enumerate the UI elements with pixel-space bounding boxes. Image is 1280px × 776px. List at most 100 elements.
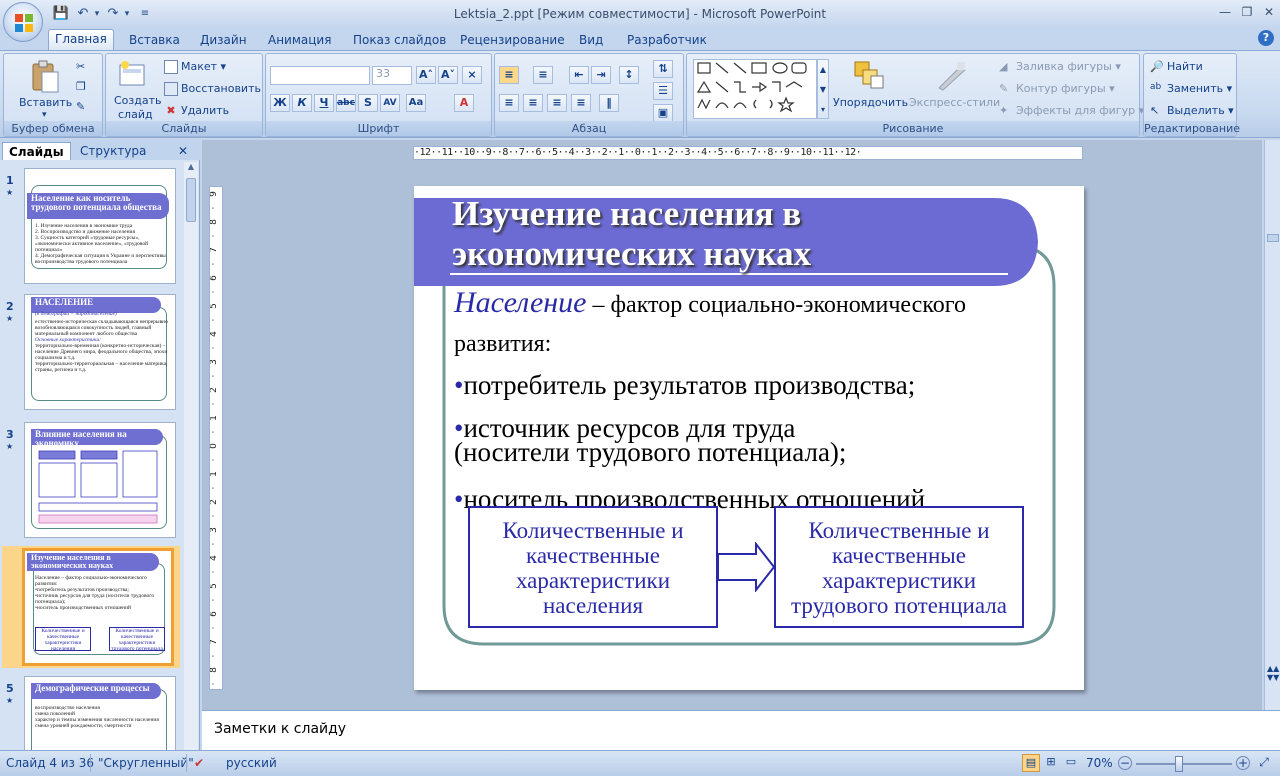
normal-view-icon[interactable]: ▤: [1022, 754, 1040, 772]
scroll-thumb[interactable]: [1267, 234, 1279, 242]
scroll-up-icon[interactable]: ▲: [185, 162, 197, 176]
slides-pane-scrollbar[interactable]: ▲: [184, 162, 198, 750]
zoom-level[interactable]: 70%: [1086, 756, 1113, 770]
scroll-prev-next-icons[interactable]: ▲▲ ▼▼: [1267, 664, 1279, 682]
arrange-button[interactable]: Упорядочить: [833, 96, 908, 109]
shape-outline-button[interactable]: ✎ Контур фигуры ▾: [999, 82, 1115, 96]
office-button[interactable]: [3, 2, 43, 42]
slide-thumb-2[interactable]: НАСЕЛЕНИЕ (в демографии = народонаселени…: [24, 294, 176, 410]
tab-home[interactable]: Главная: [48, 29, 114, 50]
paste-dropdown-icon[interactable]: ▾: [42, 110, 47, 120]
quick-styles-icon[interactable]: [935, 60, 969, 92]
minimize-icon[interactable]: —: [1214, 3, 1236, 21]
font-size-combo[interactable]: 33: [372, 66, 412, 85]
new-slide-label-1[interactable]: Создать: [114, 94, 162, 107]
box-labor-potential-characteristics[interactable]: Количественные и качественные характерис…: [774, 506, 1024, 628]
font-family-combo[interactable]: [270, 66, 370, 85]
slideshow-icon[interactable]: ▭: [1062, 754, 1080, 772]
select-button[interactable]: ↖ Выделить ▾: [1150, 104, 1234, 118]
tab-slides-pane[interactable]: Слайды: [2, 142, 71, 160]
find-button[interactable]: 🔎 Найти: [1150, 60, 1203, 74]
shadow-icon[interactable]: S: [358, 94, 378, 112]
tab-review[interactable]: Рецензирование: [454, 31, 571, 50]
columns-icon[interactable]: ‖: [599, 94, 619, 112]
restore-icon[interactable]: ❐: [1236, 3, 1258, 21]
paste-icon[interactable]: [28, 60, 62, 94]
layout-button[interactable]: Макет ▾: [164, 60, 226, 74]
justify-icon[interactable]: ≡: [571, 94, 591, 112]
redo-dropdown-icon[interactable]: ▾: [118, 5, 136, 23]
customize-icon[interactable]: ≡: [136, 5, 154, 23]
tab-animation[interactable]: Анимация: [262, 31, 337, 50]
paste-button[interactable]: Вставить: [19, 96, 72, 109]
reset-button[interactable]: Восстановить: [164, 82, 261, 96]
slide-canvas[interactable]: Изучение населения в экономических наука…: [414, 186, 1084, 690]
format-painter-icon[interactable]: ✎: [76, 100, 85, 113]
spellcheck-icon[interactable]: ✔: [194, 756, 204, 770]
shape-fill-button[interactable]: ◢ Заливка фигуры ▾: [999, 60, 1121, 74]
slide-thumb-5[interactable]: Демографические процессы воспроизводство…: [24, 676, 176, 750]
grow-font-icon[interactable]: A˄: [416, 66, 436, 84]
font-color-icon[interactable]: A: [454, 94, 474, 112]
cut-icon[interactable]: ✂: [76, 60, 85, 73]
quick-styles-button[interactable]: Экспресс-стили: [909, 96, 1000, 109]
decrease-indent-icon[interactable]: ⇤: [569, 66, 589, 84]
zoom-slider-track[interactable]: [1136, 763, 1232, 765]
theme-name[interactable]: "Скругленный": [98, 756, 194, 770]
slide-thumb-1[interactable]: Население как носитель трудового потенци…: [24, 168, 176, 284]
smartart-icon[interactable]: ▣: [653, 104, 673, 122]
bullets-icon[interactable]: ≡: [499, 66, 519, 84]
transition-icon: ★: [6, 696, 14, 705]
tab-view[interactable]: Вид: [573, 31, 609, 50]
align-left-icon[interactable]: ≡: [499, 94, 519, 112]
notes-pane[interactable]: Заметки к слайду: [202, 710, 1280, 750]
scroll-thumb[interactable]: [186, 178, 196, 222]
bold-icon[interactable]: Ж: [270, 94, 290, 112]
slide-thumb-3[interactable]: Влияние населения на экономику: [24, 422, 176, 538]
slide-title[interactable]: Изучение населения в экономических наука…: [452, 194, 1012, 274]
shapes-more-icon[interactable]: ▲ ▼ ▾: [817, 59, 829, 119]
text-direction-icon[interactable]: ⇅: [653, 60, 673, 78]
zoom-slider-thumb[interactable]: [1175, 756, 1184, 772]
clear-format-icon[interactable]: ⨯: [462, 66, 482, 84]
line-spacing-icon[interactable]: ↕: [619, 66, 639, 84]
slide-thumb-4[interactable]: Изучение населения в экономических наука…: [22, 548, 174, 666]
numbering-icon[interactable]: ≡: [533, 66, 553, 84]
shape-effects-button[interactable]: ✦ Эффекты для фигур ▾: [999, 104, 1144, 118]
box-population-characteristics[interactable]: Количественные и качественные характерис…: [468, 506, 718, 628]
tab-slideshow[interactable]: Показ слайдов: [347, 31, 452, 50]
replace-button[interactable]: ab Заменить ▾: [1150, 82, 1232, 96]
tab-insert[interactable]: Вставка: [123, 31, 186, 50]
tab-developer[interactable]: Разработчик: [621, 31, 713, 50]
shapes-gallery[interactable]: [693, 59, 817, 119]
delete-slide-button[interactable]: ✖ Удалить: [164, 104, 229, 118]
char-spacing-icon[interactable]: AV: [380, 94, 400, 112]
slide-scrollbar[interactable]: ▲▲ ▼▼: [1264, 140, 1280, 710]
close-pane-icon[interactable]: ✕: [178, 142, 188, 160]
new-slide-label-2[interactable]: слайд: [118, 108, 153, 121]
align-right-icon[interactable]: ≡: [547, 94, 567, 112]
align-text-icon[interactable]: ☰: [653, 82, 673, 100]
close-icon[interactable]: ✕: [1258, 3, 1280, 21]
help-icon[interactable]: ?: [1258, 30, 1274, 46]
change-case-icon[interactable]: Aa: [406, 94, 426, 112]
increase-indent-icon[interactable]: ⇥: [591, 66, 611, 84]
slide-sorter-icon[interactable]: ⊞: [1042, 754, 1060, 772]
underline-icon[interactable]: Ч: [314, 94, 334, 112]
copy-icon[interactable]: ❐: [76, 80, 86, 93]
slide-body[interactable]: Население – фактор социально-экономическ…: [454, 286, 1064, 518]
strikethrough-icon[interactable]: abc: [336, 94, 356, 112]
italic-icon[interactable]: К: [292, 94, 312, 112]
zoom-out-icon[interactable]: −: [1118, 756, 1132, 770]
save-icon[interactable]: 💾: [52, 5, 70, 23]
arrange-icon[interactable]: [853, 60, 887, 92]
zoom-in-icon[interactable]: +: [1236, 756, 1250, 770]
tab-outline-pane[interactable]: Структура: [74, 142, 152, 160]
tab-design[interactable]: Дизайн: [194, 31, 253, 50]
intro-rest: – фактор социально-экономического: [586, 292, 967, 318]
shrink-font-icon[interactable]: A˅: [438, 66, 458, 84]
fit-to-window-icon[interactable]: ⤢: [1256, 755, 1272, 771]
language[interactable]: русский: [226, 756, 277, 770]
align-center-icon[interactable]: ≡: [523, 94, 543, 112]
new-slide-icon[interactable]: [118, 60, 148, 88]
